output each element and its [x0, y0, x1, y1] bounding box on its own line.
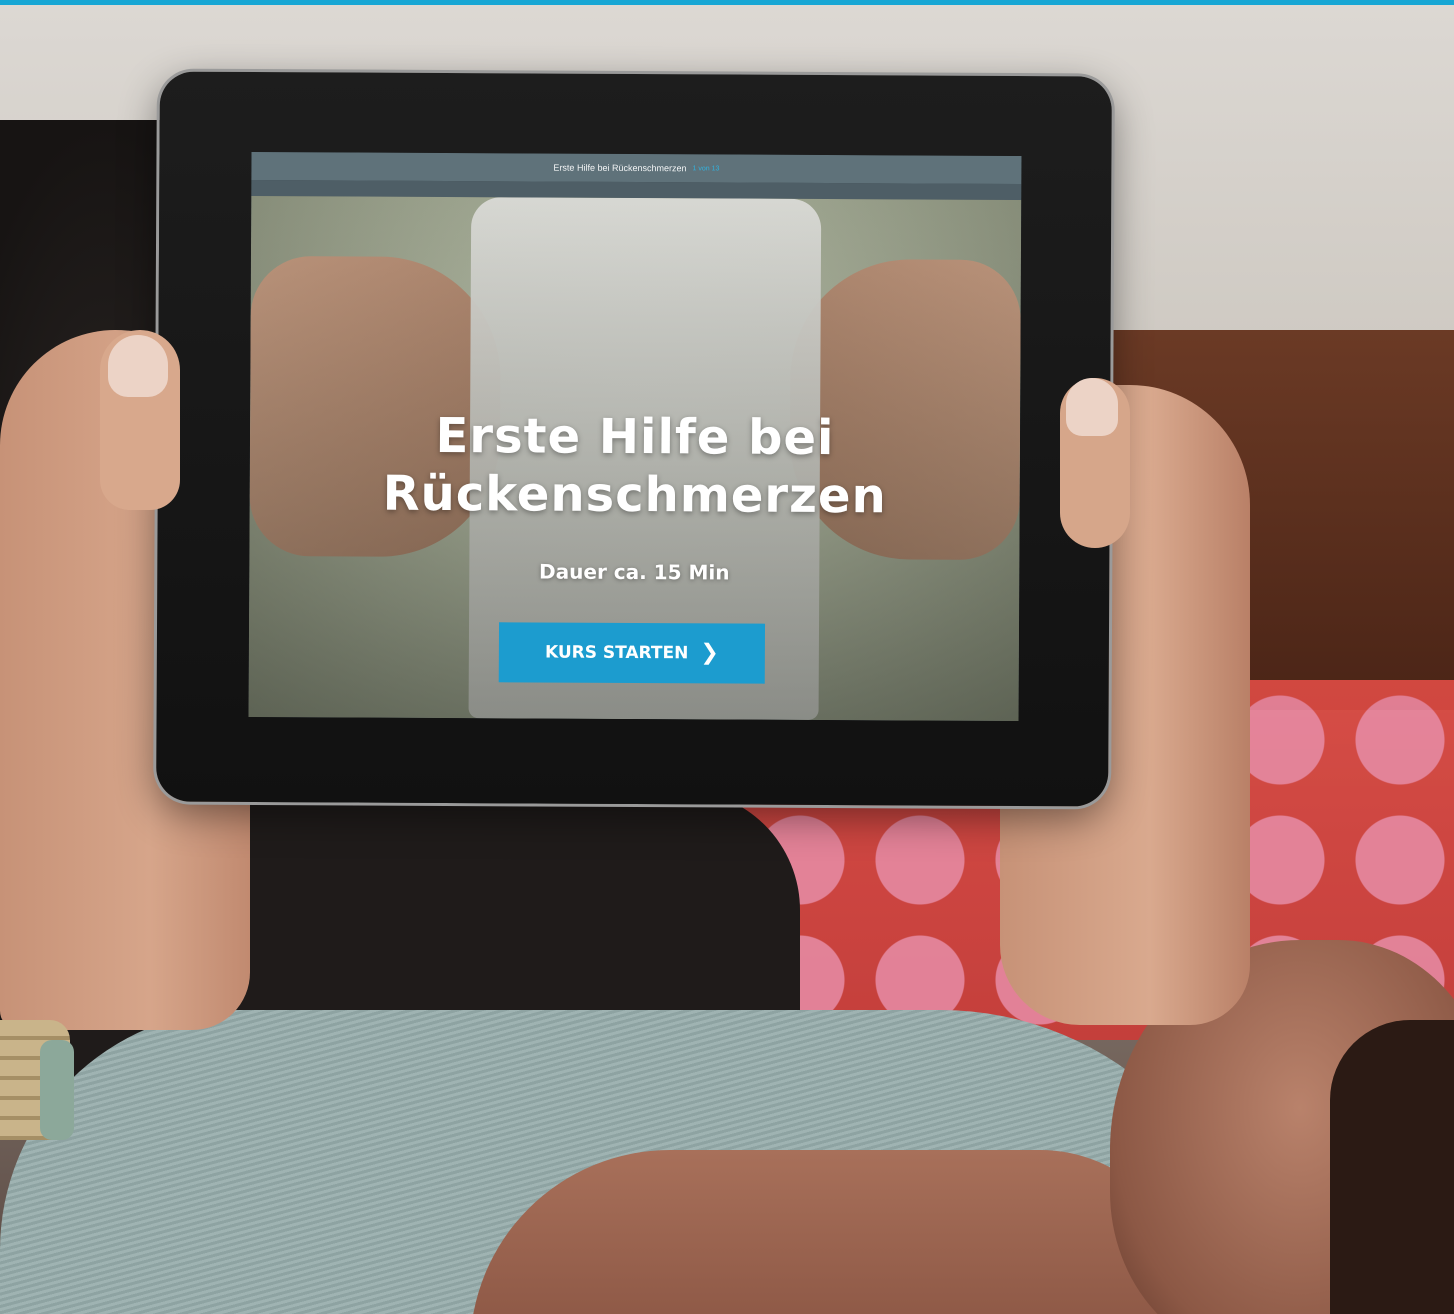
start-course-label: KURS STARTEN — [544, 642, 689, 664]
course-header-title: Erste Hilfe bei Rückenschmerzen — [553, 162, 687, 174]
chevron-right-icon: ❯ — [700, 640, 719, 666]
watch-band — [40, 1040, 74, 1140]
tablet-device: Erste Hilfe bei Rückenschmerzen 1 von 13… — [156, 71, 1112, 807]
right-thumbnail — [1066, 378, 1118, 436]
course-header-bar: Erste Hilfe bei Rückenschmerzen 1 von 13 — [251, 151, 1022, 185]
hair — [1330, 1020, 1454, 1314]
course-title: Erste Hilfe bei Rückenschmerzen — [382, 407, 887, 525]
course-progress-counter: 1 von 13 — [692, 164, 720, 172]
course-hero: Erste Hilfe bei Rückenschmerzen Dauer ca.… — [248, 195, 1022, 722]
left-thumbnail — [108, 335, 168, 397]
photo-scene: Erste Hilfe bei Rückenschmerzen 1 von 13… — [0, 0, 1454, 1314]
start-course-button[interactable]: KURS STARTEN ❯ — [498, 622, 766, 684]
course-duration: Dauer ca. 15 Min — [539, 559, 730, 585]
belly — [470, 1150, 1190, 1314]
tablet-screen: Erste Hilfe bei Rückenschmerzen 1 von 13… — [248, 151, 1022, 722]
